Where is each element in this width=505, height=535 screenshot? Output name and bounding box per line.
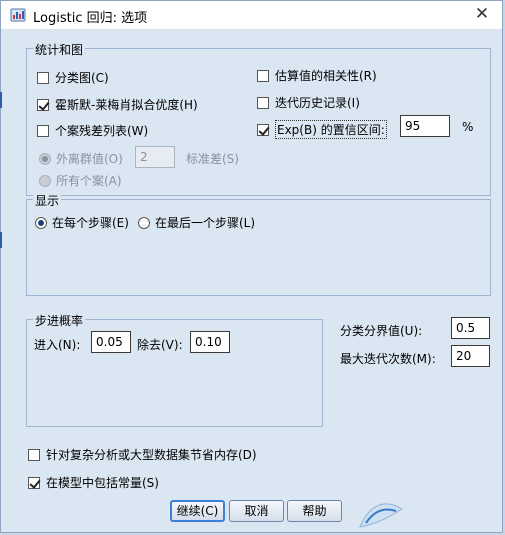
ci-expb-option[interactable]: Exp(B) 的置信区间:	[257, 120, 387, 139]
last-step-radio[interactable]	[138, 216, 150, 229]
sd-unit-label: 标准差(S)	[186, 152, 239, 166]
classification-plots-checkbox[interactable]	[37, 71, 49, 84]
title-bar[interactable]: Logistic 回归: 选项 ✕	[1, 1, 502, 30]
ci-percent-label: %	[462, 120, 474, 134]
last-step-label: 在最后一个步骤(L)	[155, 216, 256, 230]
include-constant-option[interactable]: 在模型中包括常量(S)	[28, 474, 159, 491]
casewise-listing-checkbox[interactable]	[37, 124, 49, 137]
outliers-outside-radio[interactable]	[39, 152, 51, 165]
sd-value-input[interactable]	[135, 146, 175, 168]
conserve-memory-checkbox[interactable]	[28, 448, 40, 461]
each-step-option[interactable]: 在每个步骤(E)	[35, 214, 129, 231]
correlations-label: 估算值的相关性(R)	[275, 69, 377, 83]
classification-plots-label: 分类图(C)	[55, 71, 109, 85]
iteration-history-checkbox[interactable]	[257, 96, 269, 109]
hosmer-lemeshow-label: 霍斯默-莱梅肖拟合优度(H)	[55, 98, 198, 112]
correlations-checkbox[interactable]	[257, 69, 269, 82]
close-icon[interactable]: ✕	[470, 3, 494, 27]
entry-value-input[interactable]	[91, 331, 131, 353]
all-cases-label: 所有个案(A)	[56, 174, 122, 188]
spss-app-icon	[10, 8, 26, 22]
max-iterations-label: 最大迭代次数(M):	[340, 352, 436, 366]
last-step-option[interactable]: 在最后一个步骤(L)	[138, 214, 255, 231]
entry-label: 进入(N):	[34, 338, 81, 352]
background-edge-mark	[0, 92, 2, 108]
each-step-label: 在每个步骤(E)	[52, 216, 129, 230]
hosmer-lemeshow-option[interactable]: 霍斯默-莱梅肖拟合优度(H)	[37, 96, 198, 113]
correlations-option[interactable]: 估算值的相关性(R)	[257, 67, 377, 84]
hosmer-lemeshow-checkbox[interactable]	[37, 98, 49, 111]
continue-button[interactable]: 继续(C)	[170, 500, 225, 522]
cutoff-label: 分类分界值(U):	[340, 324, 423, 338]
removal-label: 除去(V):	[137, 338, 183, 352]
include-constant-checkbox[interactable]	[28, 476, 40, 489]
casewise-listing-option[interactable]: 个案残差列表(W)	[37, 122, 148, 139]
casewise-listing-label: 个案残差列表(W)	[55, 124, 149, 138]
conserve-memory-option[interactable]: 针对复杂分析或大型数据集节省内存(D)	[28, 446, 257, 463]
ci-expb-checkbox[interactable]	[257, 123, 269, 136]
dialog-window: Logistic 回归: 选项 ✕ 统计和图 分类图(C) 霍斯默-莱梅肖拟合优…	[0, 0, 503, 533]
display-legend: 显示	[33, 192, 62, 209]
cutoff-value-input[interactable]	[451, 317, 490, 339]
window-title: Logistic 回归: 选项	[33, 11, 148, 26]
all-cases-option[interactable]: 所有个案(A)	[39, 172, 122, 189]
watermark-logo-icon	[359, 503, 403, 528]
outliers-outside-label: 外离群值(O)	[56, 152, 123, 166]
classification-plots-option[interactable]: 分类图(C)	[37, 69, 109, 86]
each-step-radio[interactable]	[35, 216, 47, 229]
outliers-outside-option[interactable]: 外离群值(O)	[39, 150, 123, 167]
stepwise-legend: 步进概率	[33, 312, 86, 329]
cancel-button[interactable]: 取消	[229, 500, 284, 522]
ci-expb-label: Exp(B) 的置信区间:	[275, 120, 387, 139]
removal-value-input[interactable]	[190, 331, 230, 353]
help-button[interactable]: 帮助	[287, 500, 342, 522]
stats-plots-legend: 统计和图	[33, 41, 86, 58]
conserve-memory-label: 针对复杂分析或大型数据集节省内存(D)	[46, 448, 257, 462]
background-edge-mark	[0, 232, 2, 248]
max-iterations-input[interactable]	[451, 345, 490, 367]
include-constant-label: 在模型中包括常量(S)	[46, 476, 159, 490]
all-cases-radio[interactable]	[39, 174, 51, 187]
ci-value-input[interactable]	[400, 115, 450, 137]
iteration-history-label: 迭代历史记录(I)	[275, 96, 360, 110]
iteration-history-option[interactable]: 迭代历史记录(I)	[257, 94, 360, 111]
